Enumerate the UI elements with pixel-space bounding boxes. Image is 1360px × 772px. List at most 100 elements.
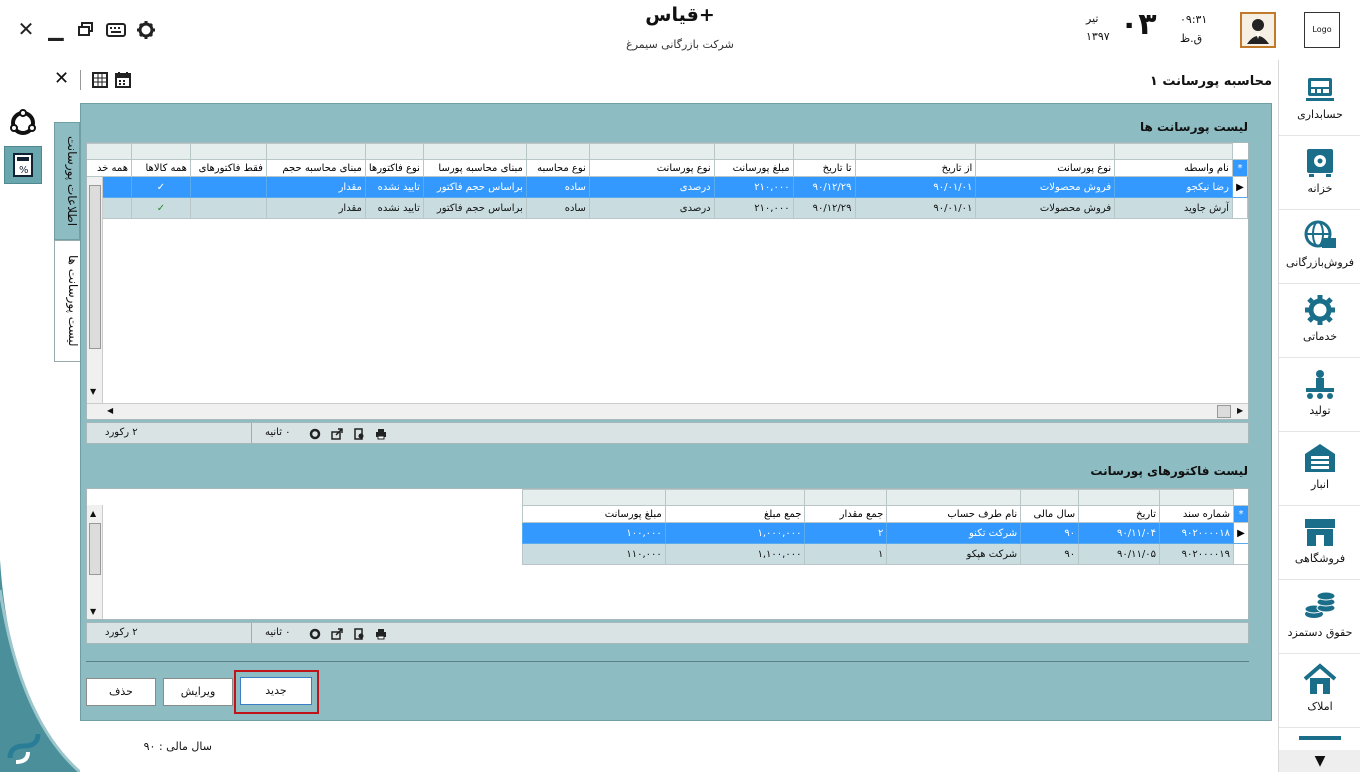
table-row[interactable]: ✓ مقدار تایید نشده براساس حجم فاکتور ساد…	[87, 197, 1248, 219]
sidebar-item-real-estate[interactable]: املاک	[1279, 656, 1360, 728]
cell: ۲۱۰,۰۰۰	[713, 197, 794, 219]
safe-icon	[1307, 149, 1333, 177]
calendar-icon[interactable]	[115, 71, 131, 88]
col-header[interactable]: جمع مقدار	[804, 505, 888, 523]
user-avatar[interactable]	[1240, 12, 1276, 48]
sidebar-item-label: فروش‌بازرگانی	[1286, 256, 1354, 269]
col-header[interactable]: سال مالی	[1020, 505, 1080, 523]
table-row[interactable]: ✓ مقدار تایید نشده براساس حجم فاکتور ساد…	[87, 176, 1248, 198]
horizontal-scrollbar[interactable]: ◀ ▶	[87, 403, 1248, 419]
vertical-scrollbar[interactable]: ▼	[87, 177, 103, 403]
scroll-down-icon[interactable]: ▼	[90, 387, 96, 396]
commissions-footer: ۲ رکورد ۰ ثانیه	[86, 422, 1249, 444]
scrollbar-thumb[interactable]	[1217, 405, 1231, 418]
print-preview-icon[interactable]	[353, 428, 365, 440]
col-header[interactable]: فقط فاکتورهای	[189, 159, 267, 177]
col-header[interactable]: همه خد	[87, 159, 132, 177]
scrollbar-thumb[interactable]	[89, 523, 101, 575]
grid-view-icon[interactable]	[92, 72, 108, 88]
col-header[interactable]: نوع محاسبه	[525, 159, 590, 177]
check-cell: ✓	[130, 197, 191, 219]
col-header[interactable]: مبلغ پورسانت	[713, 159, 794, 177]
delete-button[interactable]: حذف	[86, 678, 156, 706]
sidebar-item-label: حقوق دستمزد	[1287, 626, 1353, 639]
sidebar-item-payroll[interactable]: حقوق دستمزد	[1279, 582, 1360, 654]
group-header-row	[522, 489, 1248, 506]
print-preview-icon[interactable]	[353, 628, 365, 640]
col-header[interactable]: نام طرف حساب	[886, 505, 1022, 523]
commissions-section-title: لیست پورسانت ها	[1140, 120, 1248, 134]
sidebar-item-services[interactable]: خدماتی	[1279, 286, 1360, 358]
elapsed-time: ۰ ثانیه	[265, 627, 291, 638]
tab-commission-list[interactable]: لیست پورسانت ها	[54, 240, 80, 362]
settings-icon[interactable]	[309, 428, 321, 440]
cell: مقدار	[265, 176, 366, 198]
col-header[interactable]: نام واسطه	[1114, 159, 1233, 177]
cell: ساده	[525, 197, 590, 219]
print-icon[interactable]	[375, 428, 387, 440]
edit-button[interactable]: ویرایش	[163, 678, 233, 706]
cell: ۹۰۲۰۰۰۰۱۹	[1159, 543, 1234, 565]
settings-icon[interactable]	[309, 628, 321, 640]
vertical-scrollbar[interactable]: ▲ ▼	[87, 505, 103, 619]
sidebar-item-label: خدماتی	[1302, 330, 1338, 343]
sidebar-scroll-down-icon[interactable]: ▼	[1279, 750, 1360, 772]
grid-empty-area	[103, 505, 523, 619]
cell	[189, 176, 267, 198]
col-header[interactable]: تا تاریخ	[792, 159, 856, 177]
cell: ۹۰/۱۱/۰۵	[1078, 543, 1161, 565]
scroll-down-icon[interactable]: ▼	[90, 607, 96, 616]
col-header[interactable]: همه کالاها	[130, 159, 191, 177]
cell: براساس حجم فاکتور	[422, 197, 527, 219]
commissions-grid[interactable]: همه خد همه کالاها فقط فاکتورهای مبنای مح…	[86, 142, 1249, 420]
print-icon[interactable]	[375, 628, 387, 640]
col-header[interactable]: جمع مبلغ	[664, 505, 806, 523]
col-header[interactable]: شماره سند	[1159, 505, 1234, 523]
scroll-right-icon[interactable]: ▶	[1237, 406, 1243, 415]
cell: ۹۰/۱۲/۲۹	[792, 197, 856, 219]
col-header[interactable]: نوع پورسانت	[975, 159, 1116, 177]
col-header[interactable]: مبلغ پورسانت	[522, 505, 666, 523]
invoices-grid[interactable]: مبلغ پورسانت جمع مبلغ جمع مقدار نام طرف …	[86, 488, 1249, 620]
footer-divider	[251, 423, 252, 443]
cell: تایید نشده	[364, 176, 424, 198]
sidebar-item-warehouse[interactable]: انبار	[1279, 434, 1360, 506]
scroll-up-icon[interactable]: ▲	[90, 509, 96, 518]
export-icon[interactable]	[331, 628, 343, 640]
col-header[interactable]: از تاریخ	[854, 159, 977, 177]
commissions-table: همه خد همه کالاها فقط فاکتورهای مبنای مح…	[87, 143, 1248, 219]
sidebar-item-treasury[interactable]: خزانه	[1279, 138, 1360, 210]
tab-commission-info[interactable]: اطلاعات پورسانت	[54, 122, 80, 240]
table-row[interactable]: ۱۰۰,۰۰۰ ۱,۰۰۰,۰۰۰ ۲ شرکت تکنو ۹۰ ۹۰/۱۱/۰…	[522, 522, 1248, 544]
scroll-left-icon[interactable]: ◀	[107, 406, 113, 415]
scrollbar-thumb[interactable]	[89, 185, 101, 349]
sidebar-item-accounting[interactable]: حسابداری	[1279, 64, 1360, 136]
row-pointer-icon: ▶	[1231, 176, 1248, 198]
col-header[interactable]: نوع فاکتورها	[364, 159, 424, 177]
col-header[interactable]: مبنای محاسبه پورسا	[422, 159, 527, 177]
clock-ampm: ق.ظ	[1180, 32, 1203, 45]
new-row-star-icon[interactable]: *	[1232, 505, 1248, 523]
close-form-icon[interactable]: ✕	[54, 68, 69, 90]
new-button[interactable]: جدید	[240, 677, 312, 705]
table-row[interactable]: ۱۱۰,۰۰۰ ۱,۱۰۰,۰۰۰ ۱ شرکت هپکو ۹۰ ۹۰/۱۱/۰…	[522, 543, 1248, 565]
col-header[interactable]: مبنای محاسبه حجم	[265, 159, 366, 177]
cell: ۹۰/۰۱/۰۱	[854, 197, 977, 219]
commission-module-button[interactable]: %	[4, 146, 42, 184]
col-header[interactable]: نوع پورسانت	[588, 159, 715, 177]
cell: شرکت هپکو	[886, 543, 1022, 565]
cell: ۹۰/۰۱/۰۱	[854, 176, 977, 198]
cell: فروش محصولات	[975, 197, 1116, 219]
invoices-footer: ۲ رکورد ۰ ثانیه	[86, 622, 1249, 644]
sidebar-item-store[interactable]: فروشگاهی	[1279, 508, 1360, 580]
export-icon[interactable]	[331, 428, 343, 440]
new-row-star-icon[interactable]: *	[1231, 159, 1248, 177]
col-header[interactable]: تاریخ	[1078, 505, 1161, 523]
cell: ساده	[525, 176, 590, 198]
sidebar-item-trade-sales[interactable]: فروش‌بازرگانی	[1279, 212, 1360, 284]
cell: ۹۰/۱۱/۰۴	[1078, 522, 1161, 544]
check-cell: ✓	[130, 176, 191, 198]
sidebar-item-production[interactable]: تولید	[1279, 360, 1360, 432]
refresh-icon[interactable]	[8, 108, 38, 138]
cell: ۲۱۰,۰۰۰	[713, 176, 794, 198]
